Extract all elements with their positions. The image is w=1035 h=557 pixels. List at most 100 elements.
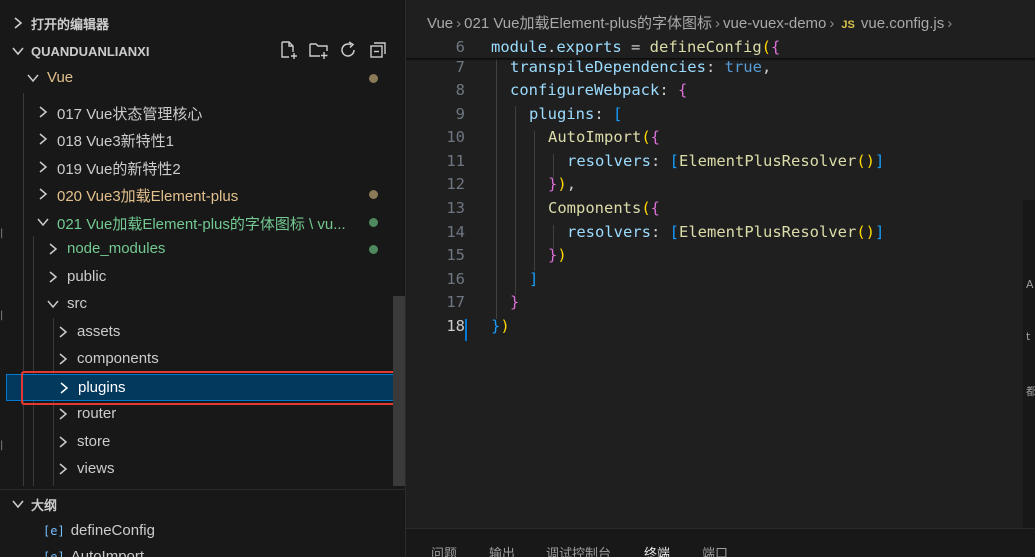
code-line: }) xyxy=(491,317,510,335)
tree-item-label: Vue xyxy=(47,69,74,86)
line-number: 12 xyxy=(446,175,465,194)
tree-item-label: components xyxy=(77,350,159,367)
chevron-right-icon: › xyxy=(829,15,835,32)
tree-item-label: views xyxy=(77,460,115,477)
tree-item-components[interactable]: components xyxy=(6,346,400,373)
tree-item-label: 019 Vue的新特性2 xyxy=(57,161,181,178)
tree-item-label: 020 Vue3加载Element-plus xyxy=(57,188,239,205)
explorer-sidebar: | | | 打开的编辑器 QUANDUANLIANXI Vue 017 Vue状… xyxy=(0,0,406,557)
chevron-right-icon: › xyxy=(715,15,721,32)
breadcrumb-item[interactable]: 021 Vue加载Element-plus的字体图标 xyxy=(464,12,712,33)
line-number: 13 xyxy=(446,199,465,217)
tree-item-021[interactable]: 021 Vue加载Element-plus的字体图标 \ vu... xyxy=(6,209,400,236)
tree-item-020[interactable]: 020 Vue3加载Element-plus xyxy=(6,181,400,208)
chevron-right-icon xyxy=(14,17,23,29)
section-divider xyxy=(0,489,405,490)
code-line: Components({ xyxy=(548,199,661,217)
sidebar-scrollbar[interactable] xyxy=(393,296,405,486)
chevron-down-icon xyxy=(27,74,39,83)
open-editors-header[interactable]: 打开的编辑器 xyxy=(0,10,405,36)
tab-debug-console[interactable]: 调试控制台 xyxy=(546,543,611,557)
collapse-all-icon[interactable] xyxy=(368,40,390,60)
new-file-icon[interactable] xyxy=(278,40,300,60)
cursor-line-marker xyxy=(465,319,467,341)
line-number: 17 xyxy=(446,293,465,312)
line-number-active: 18 xyxy=(446,317,465,335)
tree-item-src[interactable]: src xyxy=(6,291,400,318)
tree-item-017[interactable]: 017 Vue状态管理核心 xyxy=(6,99,400,126)
open-editors-title: 打开的编辑器 xyxy=(31,16,110,32)
tree-item-018[interactable]: 018 Vue3新特性1 xyxy=(6,126,400,153)
chevron-right-icon xyxy=(59,408,68,420)
breadcrumb: Vue › 021 Vue加载Element-plus的字体图标 › vue-vuex-… xyxy=(406,12,1035,36)
tab-terminal[interactable]: 终端 xyxy=(644,543,670,557)
breadcrumb-item[interactable]: vue.config.js xyxy=(861,15,944,32)
variable-icon: [e] xyxy=(43,524,65,538)
chevron-down-icon xyxy=(12,500,24,509)
secondary-panel-edge: A t 都 xyxy=(1023,200,1035,530)
refresh-icon[interactable] xyxy=(338,40,360,60)
tree-item-views[interactable]: views xyxy=(6,456,400,483)
line-number: 10 xyxy=(446,128,465,147)
breadcrumb-item[interactable]: Vue xyxy=(427,15,453,32)
code-line: resolvers: [ElementPlusResolver()] xyxy=(567,151,885,170)
tab-problems[interactable]: 问题 xyxy=(431,543,457,557)
code-area[interactable]: 6 7 8 9 10 11 12 13 14 15 16 17 18 trans… xyxy=(406,36,1035,346)
sticky-shadow xyxy=(406,58,1035,61)
tree-item-label: 018 Vue3新特性1 xyxy=(57,133,175,150)
chevron-right-icon xyxy=(39,106,48,118)
tab-output[interactable]: 输出 xyxy=(489,543,515,557)
js-file-icon: JS xyxy=(841,19,855,31)
tree-item-label: 017 Vue状态管理核心 xyxy=(57,106,203,123)
chevron-right-icon xyxy=(59,436,68,448)
bottom-panel-tabs: 问题 输出 调试控制台 终端 端口 xyxy=(406,528,1035,557)
outline-item-label: defineConfig xyxy=(70,522,155,539)
chevron-right-icon: › xyxy=(456,15,462,32)
tree-item-label: node_modules xyxy=(67,240,166,257)
line-number: 11 xyxy=(446,151,465,170)
code-line: AutoImport({ xyxy=(548,128,661,147)
variable-icon: [e] xyxy=(43,550,65,557)
line-number: 9 xyxy=(455,104,465,123)
untracked-dot xyxy=(369,218,378,227)
code-line: }) xyxy=(548,246,567,265)
outline-item-defineconfig[interactable]: [e] defineConfig xyxy=(43,522,155,539)
new-folder-icon[interactable] xyxy=(308,40,330,60)
annotation-highlight-box xyxy=(21,371,402,405)
tree-item-label: 021 Vue加载Element-plus的字体图标 \ vu... xyxy=(57,216,346,233)
untracked-dot xyxy=(369,245,378,254)
code-line: module.exports = defineConfig({ xyxy=(491,38,781,56)
tab-ports[interactable]: 端口 xyxy=(702,543,728,557)
outline-title: 大纲 xyxy=(31,497,58,513)
chevron-right-icon xyxy=(39,161,48,173)
tree-item-assets[interactable]: assets xyxy=(6,319,400,346)
chevron-right-icon xyxy=(59,353,68,365)
code-line: } xyxy=(510,293,520,312)
project-title: QUANDUANLIANXI xyxy=(31,43,150,59)
tree-item-label: store xyxy=(77,433,111,450)
tree-item-node-modules[interactable]: node_modules xyxy=(6,236,400,263)
chevron-right-icon xyxy=(39,133,48,145)
code-line: resolvers: [ElementPlusResolver()] xyxy=(567,222,885,241)
tree-item-vue[interactable]: Vue xyxy=(6,65,400,92)
outline-item-label: AutoImport xyxy=(70,548,145,557)
chevron-right-icon xyxy=(39,188,48,200)
indent-guide xyxy=(496,59,497,319)
tree-item-public[interactable]: public xyxy=(6,264,400,291)
tree-item-router[interactable]: router xyxy=(6,401,400,428)
breadcrumb-item[interactable]: vue-vuex-demo xyxy=(723,15,826,32)
tree-item-store[interactable]: store xyxy=(6,429,400,456)
chevron-right-icon xyxy=(49,271,58,283)
modified-dot xyxy=(369,190,378,199)
outline-item-autoimport[interactable]: [e] AutoImport xyxy=(43,548,144,557)
chevron-right-icon: › xyxy=(947,15,953,32)
indent-guide xyxy=(534,131,535,271)
tree-item-label: public xyxy=(67,268,107,285)
chevron-down-icon xyxy=(37,218,49,227)
tree-item-019[interactable]: 019 Vue的新特性2 xyxy=(6,154,400,181)
chevron-right-icon xyxy=(59,326,68,338)
code-line: ] xyxy=(529,269,539,288)
modified-dot xyxy=(369,74,378,83)
outline-header[interactable]: 大纲 xyxy=(0,491,405,517)
line-number: 8 xyxy=(455,81,465,99)
